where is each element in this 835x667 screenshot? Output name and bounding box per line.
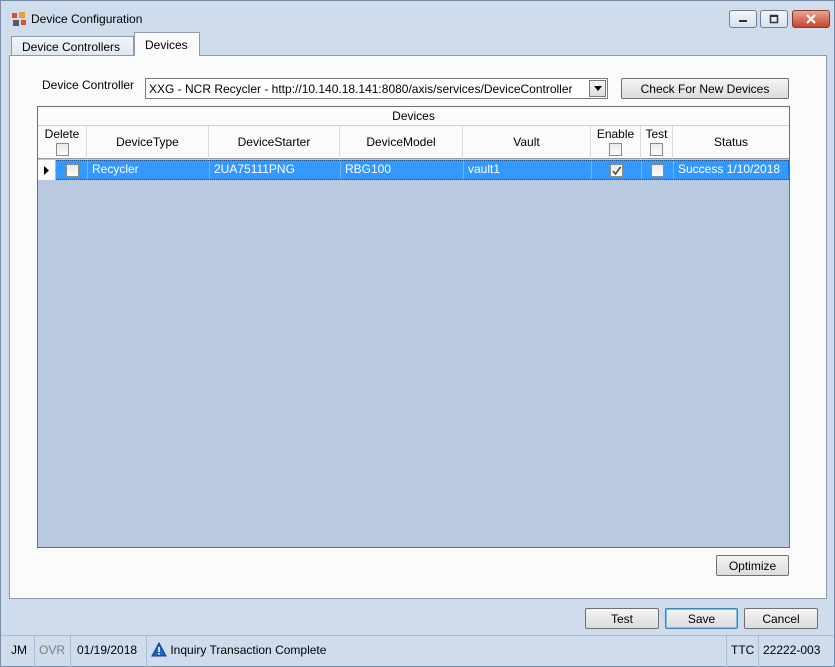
column-label: Test bbox=[645, 127, 668, 141]
cell-enable bbox=[592, 161, 642, 179]
title-bar[interactable]: Device Configuration bbox=[1, 1, 834, 31]
grid-header-row: Delete DeviceType DeviceStarter DeviceMo… bbox=[38, 126, 789, 159]
test-button[interactable]: Test bbox=[585, 608, 659, 629]
maximize-icon bbox=[769, 14, 779, 24]
current-row-arrow-icon bbox=[44, 165, 49, 175]
info-triangle-icon bbox=[151, 641, 167, 657]
devices-panel: Device Controller XXG - NCR Recycler - h… bbox=[9, 55, 827, 599]
column-header-enable[interactable]: Enable bbox=[591, 126, 641, 159]
close-button[interactable] bbox=[792, 10, 830, 28]
delete-checkbox[interactable] bbox=[65, 164, 79, 178]
cell-device-model: RBG100 bbox=[341, 161, 464, 179]
minimize-icon bbox=[739, 20, 747, 22]
test-all-checkbox[interactable] bbox=[650, 142, 663, 156]
window-title: Device Configuration bbox=[31, 12, 143, 26]
dropdown-arrow[interactable] bbox=[589, 80, 606, 97]
tab-label: Devices bbox=[145, 37, 188, 52]
status-terminal: 22222-003 bbox=[763, 643, 821, 657]
column-label: DeviceType bbox=[116, 135, 179, 149]
device-controller-select[interactable]: XXG - NCR Recycler - http://10.140.18.14… bbox=[145, 78, 608, 99]
optimize-button[interactable]: Optimize bbox=[716, 555, 789, 576]
table-row[interactable]: Recycler 2UA75111PNG RBG100 vault1 Succe… bbox=[38, 160, 789, 180]
cell-status: Success 1/10/2018 bbox=[678, 162, 781, 176]
maximize-button[interactable] bbox=[760, 10, 788, 28]
cell-test bbox=[642, 161, 674, 179]
column-label: Status bbox=[713, 135, 749, 149]
save-button[interactable]: Save bbox=[665, 608, 738, 629]
cell-device-type: Recycler bbox=[88, 161, 210, 179]
tab-devices[interactable]: Devices bbox=[134, 32, 200, 56]
column-label: DeviceStarter bbox=[237, 135, 311, 149]
column-header-status[interactable]: Status bbox=[673, 126, 789, 159]
column-header-test[interactable]: Test bbox=[641, 126, 673, 159]
status-code: TTC bbox=[727, 636, 759, 667]
close-icon bbox=[806, 14, 816, 24]
column-header-device-type[interactable]: DeviceType bbox=[87, 126, 209, 159]
row-selector[interactable] bbox=[38, 160, 56, 180]
chevron-down-icon bbox=[593, 86, 602, 91]
cell-delete bbox=[57, 161, 88, 179]
enable-checkbox[interactable] bbox=[610, 164, 623, 178]
column-header-device-model[interactable]: DeviceModel bbox=[340, 126, 463, 159]
cell-device-starter: 2UA75111PNG bbox=[210, 161, 341, 179]
delete-all-checkbox[interactable] bbox=[55, 142, 69, 156]
checkmark-icon bbox=[612, 166, 622, 176]
status-date: 01/19/2018 bbox=[71, 636, 147, 667]
column-label: Delete bbox=[44, 127, 80, 141]
device-controller-label: Device Controller bbox=[42, 78, 135, 92]
status-message-area: Inquiry Transaction Complete bbox=[147, 636, 727, 667]
status-mode: OVR bbox=[35, 636, 71, 667]
column-label: DeviceModel bbox=[366, 135, 436, 149]
column-label: Enable bbox=[596, 127, 635, 141]
cell-vault: vault1 bbox=[464, 161, 592, 179]
column-header-vault[interactable]: Vault bbox=[463, 126, 591, 159]
column-label: Vault bbox=[513, 135, 540, 149]
device-controller-value: XXG - NCR Recycler - http://10.140.18.14… bbox=[149, 81, 573, 96]
app-logo-icon bbox=[11, 11, 27, 27]
status-user: JM bbox=[7, 636, 35, 667]
minimize-button[interactable] bbox=[729, 10, 757, 28]
devices-grid: Devices Delete DeviceType DeviceStarter … bbox=[37, 106, 790, 548]
status-message: Inquiry Transaction Complete bbox=[170, 643, 327, 657]
device-configuration-window: Device Configuration Device Controllers … bbox=[0, 0, 835, 667]
column-header-delete[interactable]: Delete bbox=[38, 126, 87, 159]
test-checkbox[interactable] bbox=[651, 164, 664, 178]
cancel-button[interactable]: Cancel bbox=[744, 608, 818, 629]
column-header-device-starter[interactable]: DeviceStarter bbox=[209, 126, 340, 159]
enable-all-checkbox[interactable] bbox=[609, 142, 622, 156]
tab-device-controllers[interactable]: Device Controllers bbox=[11, 36, 134, 56]
grid-caption: Devices bbox=[38, 107, 789, 126]
check-for-new-devices-button[interactable]: Check For New Devices bbox=[621, 78, 789, 99]
status-bar: JM OVR 01/19/2018 Inquiry Transaction Co… bbox=[1, 635, 834, 667]
tab-label: Device Controllers bbox=[22, 39, 121, 54]
